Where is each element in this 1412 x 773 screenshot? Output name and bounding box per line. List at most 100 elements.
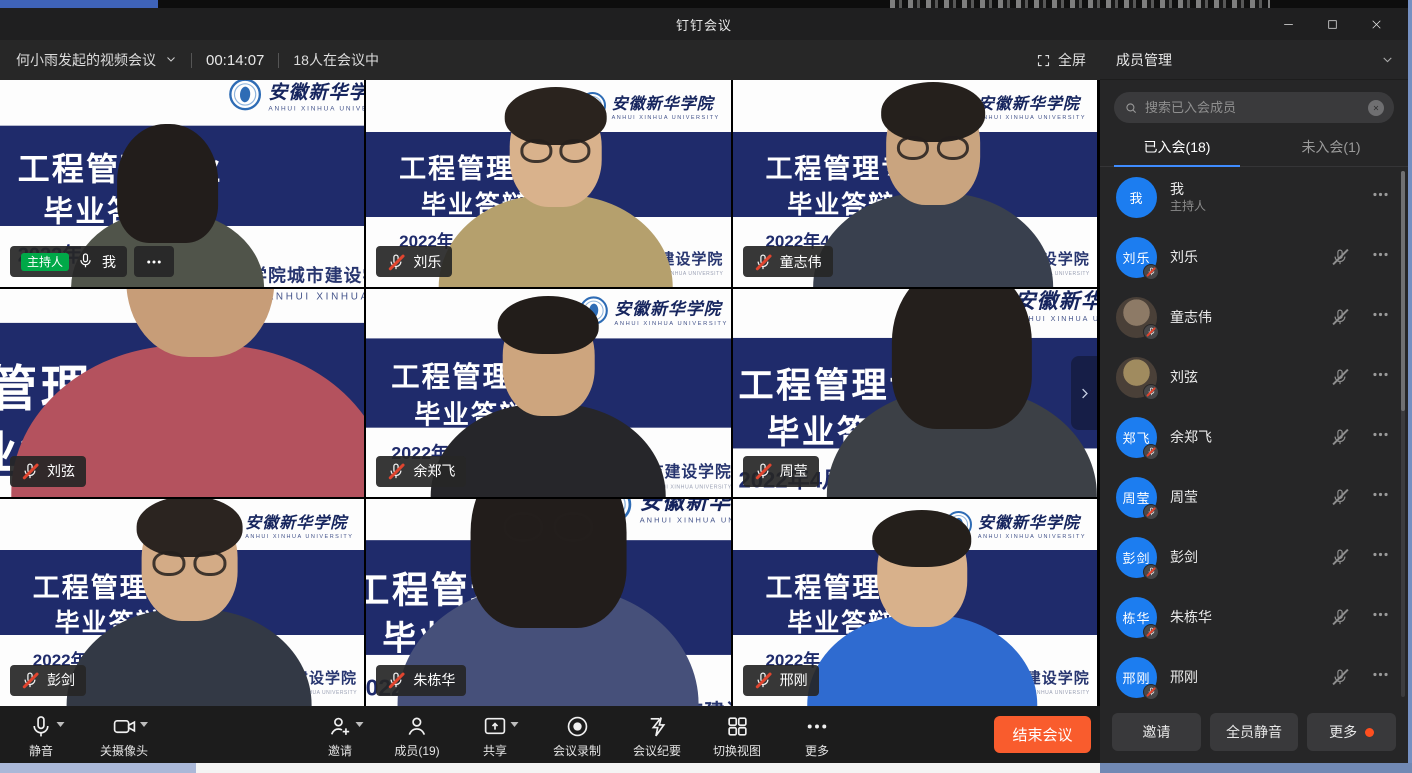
sidebar-button-更多[interactable]: 更多 (1307, 713, 1396, 751)
member-more-button[interactable] (1371, 245, 1390, 269)
member-mic-muted-icon[interactable] (1331, 248, 1349, 266)
tile-more-button[interactable] (134, 246, 174, 277)
member-row-余郑飞[interactable]: 郑飞余郑飞 (1100, 407, 1408, 467)
member-row-周莹[interactable]: 周莹周莹 (1100, 467, 1408, 527)
silhouette-head (141, 504, 237, 621)
member-row-朱栋华[interactable]: 栋华朱栋华 (1100, 587, 1408, 647)
video-tile-周莹[interactable]: 安徽新华学院ANHUI XINHUA UNIVERSITY工程管理专业毕业答辩2… (733, 289, 1097, 496)
maximize-button[interactable] (1310, 8, 1354, 40)
video-tile-朱栋华[interactable]: 安徽新华学院ANHUI XINHUA UNIVERSITY工程管理专业毕业答辩2… (366, 499, 730, 706)
fullscreen-button[interactable]: 全屏 (1036, 50, 1086, 70)
member-more-button[interactable] (1371, 185, 1390, 209)
toolbar-label: 更多 (805, 742, 829, 759)
member-row-童志伟[interactable]: 童志伟 (1100, 287, 1408, 347)
caret-down-icon[interactable] (511, 722, 519, 727)
panel-title: 成员管理 (1116, 50, 1172, 70)
button-label: 邀请 (1142, 722, 1170, 742)
silhouette-head (510, 95, 602, 207)
mic-muted-icon (387, 671, 405, 689)
toolbar-camera[interactable]: 关摄像头 (100, 713, 148, 759)
member-row-actions (1331, 425, 1390, 449)
flash-notes-icon (644, 713, 669, 739)
silhouette-shoulders (813, 193, 1053, 288)
toolbar-label: 静音 (29, 742, 53, 759)
member-more-button[interactable] (1371, 485, 1390, 509)
tile-name-label: 周莹 (743, 456, 819, 487)
caret-down-icon[interactable] (57, 722, 65, 727)
member-more-button[interactable] (1371, 665, 1390, 689)
clear-search-button[interactable] (1368, 100, 1384, 116)
video-tile-我[interactable]: 安徽新华学院ANHUI XINHUA UNIVERSITY工程管理专业毕业答辩2… (0, 80, 364, 287)
member-mic-muted-icon[interactable] (1331, 548, 1349, 566)
search-icon (1124, 101, 1138, 115)
name-label-box: 余郑飞 (376, 456, 466, 487)
member-more-button[interactable] (1371, 605, 1390, 629)
member-mic-muted-icon[interactable] (1331, 368, 1349, 386)
minimize-button[interactable] (1266, 8, 1310, 40)
collapse-chevron-icon[interactable] (1381, 53, 1394, 66)
toolbar-grid-view[interactable]: 切换视图 (713, 713, 761, 759)
participant-name: 刘乐 (413, 252, 441, 272)
member-name-text: 余郑飞 (1170, 428, 1212, 446)
participant-name: 周莹 (780, 461, 808, 481)
member-name-text: 我 (1170, 180, 1206, 198)
toolbar-record[interactable]: 会议录制 (553, 713, 601, 759)
silhouette-head (909, 289, 1015, 401)
participant-silhouette (67, 504, 312, 706)
tab-未入会(1)[interactable]: 未入会(1) (1254, 127, 1408, 166)
panel-footer-actions: 邀请 全员静音更多 (1100, 701, 1408, 763)
video-tile-邢刚[interactable]: 安徽新华学院ANHUI XINHUA UNIVERSITY工程管理专业毕业答辩2… (733, 499, 1097, 706)
member-more-button[interactable] (1371, 365, 1390, 389)
toolbar-person[interactable]: 成员(19) (394, 713, 439, 759)
close-button[interactable] (1354, 8, 1398, 40)
member-row-刘乐[interactable]: 刘乐刘乐 (1100, 227, 1408, 287)
tab-已入会(18)[interactable]: 已入会(18) (1100, 127, 1254, 166)
mic-muted-icon (754, 462, 772, 480)
video-tile-童志伟[interactable]: 安徽新华学院ANHUI XINHUA UNIVERSITY工程管理专业毕业答辩2… (733, 80, 1097, 287)
member-more-button[interactable] (1371, 425, 1390, 449)
member-row-邢刚[interactable]: 邢刚邢刚 (1100, 647, 1408, 701)
scrollbar-thumb[interactable] (1401, 171, 1405, 411)
member-more-button[interactable] (1371, 305, 1390, 329)
name-label-box: 刘乐 (376, 246, 452, 277)
member-mic-muted-icon[interactable] (1331, 488, 1349, 506)
tile-name-label: 刘弦 (10, 456, 86, 487)
toolbar-person-add[interactable]: 邀请 (328, 713, 353, 759)
sidebar-button-全员静音[interactable]: 全员静音 (1210, 713, 1299, 751)
search-input[interactable] (1145, 100, 1361, 115)
toolbar-more-dots[interactable]: 更多 (805, 713, 830, 759)
video-tile-余郑飞[interactable]: 安徽新华学院ANHUI XINHUA UNIVERSITY工程管理专业毕业答辩2… (366, 289, 730, 496)
video-tile-彭剑[interactable]: 安徽新华学院ANHUI XINHUA UNIVERSITY工程管理专业毕业答辩2… (0, 499, 364, 706)
silhouette-hair (137, 499, 243, 557)
toolbar-share-screen[interactable]: 共享 (483, 713, 508, 759)
member-row-刘弦[interactable]: 刘弦 (1100, 347, 1408, 407)
meeting-title: 何小雨发起的视频会议 (16, 50, 156, 70)
toolbar-mic[interactable]: 静音 (29, 713, 54, 759)
toolbar-flash-notes[interactable]: 会议纪要 (633, 713, 681, 759)
next-participants-button[interactable] (1071, 356, 1097, 430)
avatar-muted-badge-icon (1143, 564, 1159, 580)
end-meeting-button[interactable]: 结束会议 (994, 716, 1091, 753)
member-search-box[interactable] (1114, 92, 1394, 123)
member-mic-muted-icon[interactable] (1331, 608, 1349, 626)
member-mic-muted-icon[interactable] (1331, 308, 1349, 326)
silhouette-head (502, 304, 594, 416)
caret-down-icon[interactable] (139, 722, 147, 727)
member-row-彭剑[interactable]: 彭剑彭剑 (1100, 527, 1408, 587)
member-row-actions (1331, 245, 1390, 269)
caret-down-icon[interactable] (356, 722, 364, 727)
member-row-我[interactable]: 我我主持人 (1100, 167, 1408, 227)
glasses-icon (890, 136, 976, 160)
member-name-text: 刘弦 (1170, 368, 1198, 386)
meeting-title-dropdown[interactable]: 何小雨发起的视频会议 (16, 50, 177, 70)
member-mic-muted-icon[interactable] (1331, 668, 1349, 686)
member-more-button[interactable] (1371, 545, 1390, 569)
member-name: 童志伟 (1170, 308, 1212, 326)
silhouette-head (886, 90, 980, 205)
name-label-box: 刘弦 (10, 456, 86, 487)
sidebar-button-邀请[interactable]: 邀请 (1112, 713, 1201, 751)
video-tile-刘乐[interactable]: 安徽新华学院ANHUI XINHUA UNIVERSITY工程管理专业毕业答辩2… (366, 80, 730, 287)
video-tile-刘弦[interactable]: 安徽新华学院ANHUI XINHUA UNIVERSITY工程管理专业毕业答辩2… (0, 289, 364, 496)
member-mic-muted-icon[interactable] (1331, 428, 1349, 446)
background-segment (196, 763, 1100, 773)
